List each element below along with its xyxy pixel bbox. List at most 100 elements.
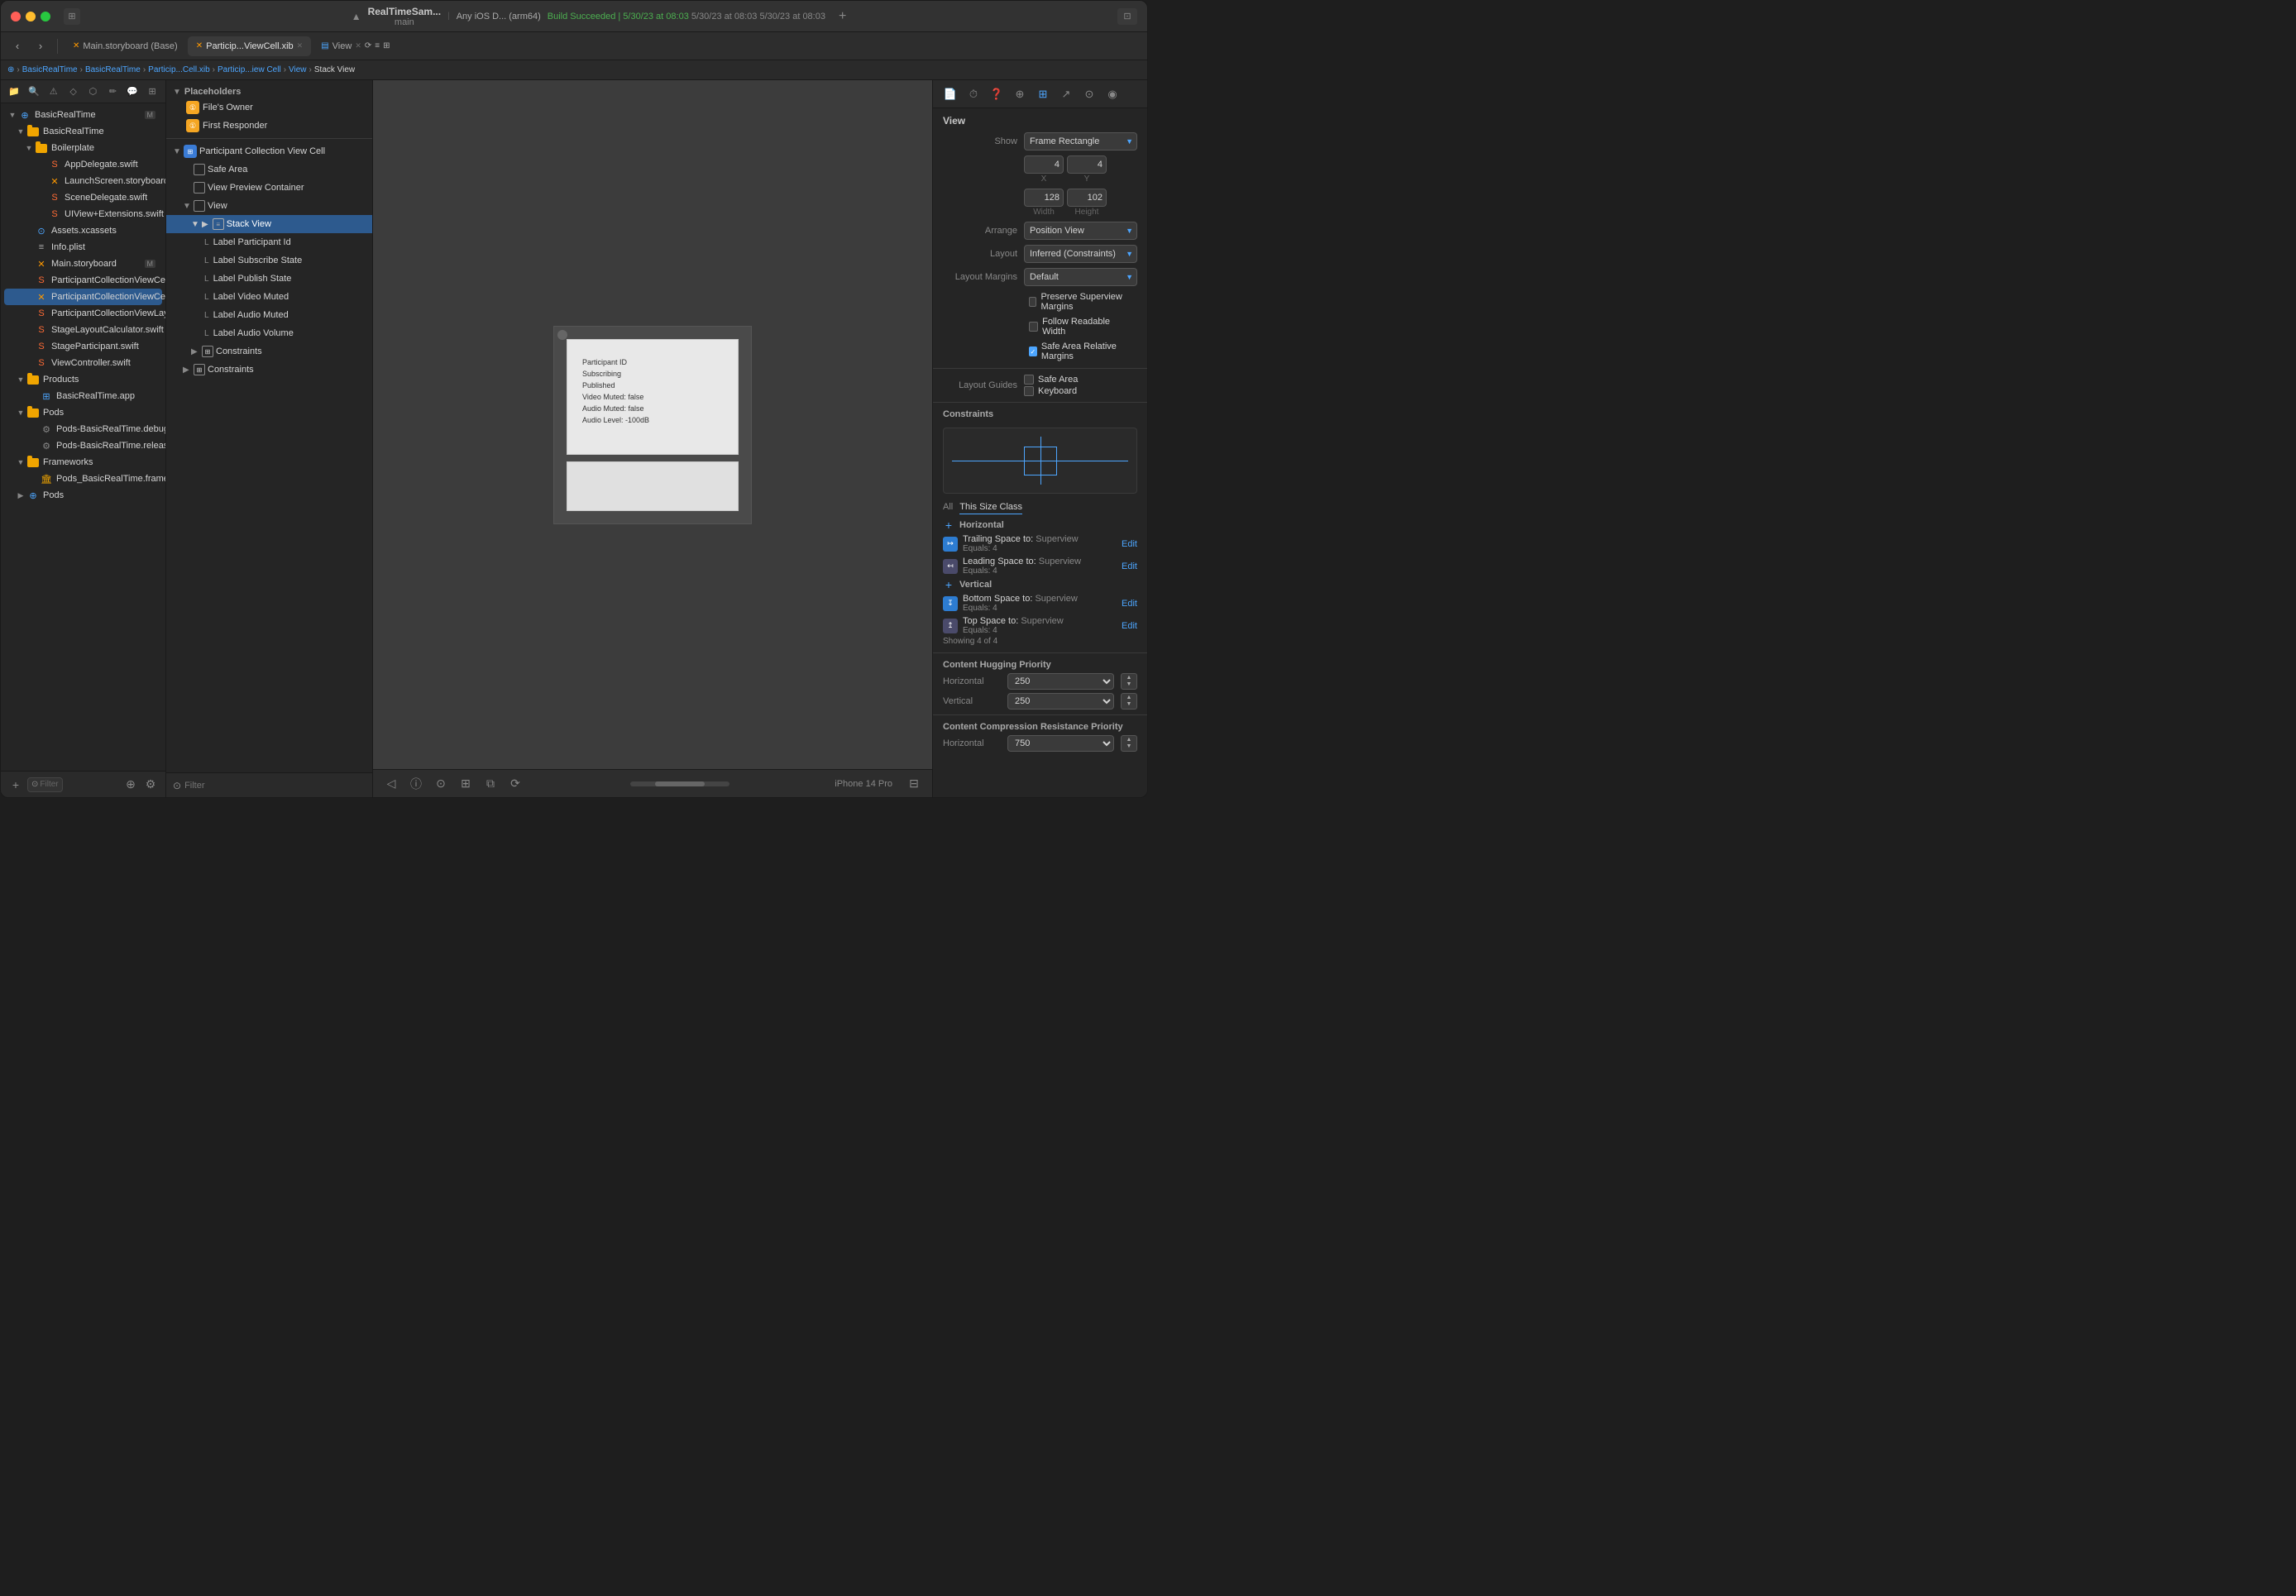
tree-item-root[interactable]: ▼ ⊕ BasicRealTime M: [4, 107, 162, 123]
tree-item-boilerplate[interactable]: ▼ Boilerplate: [4, 140, 162, 156]
inspector-tab-file[interactable]: 📄: [940, 84, 961, 105]
reports-nav-button[interactable]: 💬: [124, 84, 141, 99]
outline-stack-view[interactable]: ▼ ▶ ≡ Stack View: [166, 215, 372, 233]
outline-label-audio-muted[interactable]: L Label Audio Muted: [166, 306, 372, 324]
canvas-info-button[interactable]: ⓘ: [406, 775, 426, 793]
tree-item-pods[interactable]: ▶ ⊕ Pods: [4, 487, 162, 504]
breadcrumb-item-1[interactable]: ⊕: [7, 65, 14, 74]
checkbox-safe-area-margins[interactable]: ✓ Safe Area Relative Margins: [1029, 342, 1127, 361]
outline-label-video-muted[interactable]: L Label Video Muted: [166, 288, 372, 306]
width-input[interactable]: [1024, 189, 1064, 207]
tree-item-products[interactable]: ▼ Products: [4, 371, 162, 388]
vertical-plus-button[interactable]: +: [943, 579, 954, 590]
debug-nav-button[interactable]: ⬡: [85, 84, 102, 99]
outline-constraints-view[interactable]: ▶ ⊞ Constraints: [166, 361, 372, 379]
issues-nav-button[interactable]: ⚠: [45, 84, 62, 99]
tree-item-stageparticipant[interactable]: S StageParticipant.swift: [4, 338, 162, 355]
tree-item-pods-framework[interactable]: 🏛 Pods_BasicRealTime.framework: [4, 471, 162, 487]
tab-particip-viewcell[interactable]: ✕ Particip...ViewCell.xib ✕: [188, 36, 312, 56]
constraints-sv-arrow[interactable]: ▶: [191, 347, 199, 356]
tree-item-assets[interactable]: ⊙ Assets.xcassets: [4, 222, 162, 239]
preserve-superview-checkbox[interactable]: [1029, 297, 1036, 307]
view-arrow[interactable]: ▼: [183, 202, 191, 211]
breadcrumb-item-5[interactable]: Particip...iew Cell: [218, 65, 281, 74]
canvas-grid-button[interactable]: ⊞: [456, 775, 476, 793]
tree-item-pods-debug[interactable]: ⚙ Pods-BasicRealTime.debug.xcconfig: [4, 421, 162, 437]
options-button[interactable]: ⚙: [142, 777, 159, 792]
breakpoints-nav-button[interactable]: ✏: [104, 84, 121, 99]
h-compression-select[interactable]: 750: [1007, 735, 1114, 752]
canvas-device-button[interactable]: ⧉: [481, 775, 500, 793]
leading-edit-button[interactable]: Edit: [1122, 561, 1137, 571]
scheme-selector[interactable]: Any iOS D... (arm64): [457, 12, 541, 22]
y-input[interactable]: [1067, 155, 1107, 174]
tree-arrow-products[interactable]: ▼: [16, 375, 26, 384]
height-input[interactable]: [1067, 189, 1107, 207]
outline-label-audio-volume[interactable]: L Label Audio Volume: [166, 324, 372, 342]
keyboard-checkbox[interactable]: [1024, 386, 1034, 396]
tree-arrow-pods-group[interactable]: ▼: [16, 409, 26, 417]
checkbox-keyboard[interactable]: Keyboard: [1024, 386, 1137, 396]
cell-arrow[interactable]: ▼: [173, 147, 181, 156]
canvas-zoom-out-button[interactable]: ⊟: [904, 775, 924, 793]
tree-item-app[interactable]: ⊞ BasicRealTime.app: [4, 388, 162, 404]
right-panel-toggle[interactable]: ⊡: [1117, 8, 1137, 25]
constraint-tab-size-class[interactable]: This Size Class: [959, 500, 1022, 514]
tree-item-participantlayout[interactable]: S ParticipantCollectionViewLayout.swift: [4, 305, 162, 322]
tree-item-uiview[interactable]: S UIView+Extensions.swift: [4, 206, 162, 222]
outline-files-owner[interactable]: ① File's Owner: [166, 98, 372, 117]
checkbox-readable-width[interactable]: Follow Readable Width: [1029, 317, 1127, 337]
breadcrumb-item-2[interactable]: BasicRealTime: [22, 65, 78, 74]
checkbox-preserve-superview[interactable]: Preserve Superview Margins: [1029, 292, 1127, 312]
add-tab-button[interactable]: +: [839, 9, 846, 24]
add-group-button[interactable]: ⊕: [122, 777, 139, 792]
outline-filter-input[interactable]: [184, 781, 366, 791]
inspector-tab-connections[interactable]: ↗: [1055, 84, 1077, 105]
inspector-tab-identity[interactable]: ❓: [986, 84, 1007, 105]
tree-item-mainstoryboard[interactable]: ✕ Main.storyboard M: [4, 256, 162, 272]
outline-label-publish-state[interactable]: L Label Publish State: [166, 270, 372, 288]
nav-forward-button[interactable]: ›: [31, 37, 50, 55]
canvas-content[interactable]: Participant ID Subscribing Published Vid…: [373, 80, 932, 769]
canvas-settings-button[interactable]: ⊙: [431, 775, 451, 793]
canvas-scrollbar-thumb[interactable]: [655, 781, 705, 786]
tree-item-launchscreen[interactable]: ✕ LaunchScreen.storyboard: [4, 173, 162, 189]
add-file-button[interactable]: +: [7, 777, 24, 792]
constraints-v-arrow[interactable]: ▶: [183, 366, 191, 375]
tests-nav-button[interactable]: ◇: [65, 84, 82, 99]
v-priority-select[interactable]: 250: [1007, 693, 1114, 710]
tree-item-participantcell-xib[interactable]: ✕ ParticipantCollectionViewCell.xib: [4, 289, 162, 305]
inspector-tab-size[interactable]: ⊞: [1032, 84, 1054, 105]
tree-arrow-boilerplate[interactable]: ▼: [24, 144, 34, 152]
trailing-edit-button[interactable]: Edit: [1122, 539, 1137, 549]
close-button[interactable]: [11, 12, 21, 22]
safe-area-lg-checkbox[interactable]: [1024, 375, 1034, 385]
tree-arrow-root[interactable]: ▼: [7, 111, 17, 119]
search-nav-button[interactable]: 🔍: [26, 84, 42, 99]
tree-item-frameworks[interactable]: ▼ Frameworks: [4, 454, 162, 471]
tree-item-participantcell-swift[interactable]: S ParticipantCollectionViewCell.swift M: [4, 272, 162, 289]
outline-first-responder[interactable]: ① First Responder: [166, 117, 372, 135]
v-priority-stepper[interactable]: ▲ ▼: [1121, 693, 1137, 710]
outline-view[interactable]: ▼ View: [166, 197, 372, 215]
outline-constraints-stackview[interactable]: ▶ ⊞ Constraints: [166, 342, 372, 361]
bottom-edit-button[interactable]: Edit: [1122, 599, 1137, 609]
checkbox-safe-area-lg[interactable]: Safe Area: [1024, 375, 1137, 385]
breadcrumb-item-3[interactable]: BasicRealTime: [85, 65, 141, 74]
minimize-button[interactable]: [26, 12, 36, 22]
outline-label-subscribe-state[interactable]: L Label Subscribe State: [166, 251, 372, 270]
nav-back-button[interactable]: ‹: [7, 37, 27, 55]
tab-close-icon[interactable]: ✕: [297, 41, 304, 50]
tree-item-pods-group[interactable]: ▼ Pods: [4, 404, 162, 421]
tab-main-storyboard[interactable]: ✕ Main.storyboard (Base): [65, 36, 186, 56]
safe-area-margins-checkbox[interactable]: ✓: [1029, 346, 1037, 356]
tree-arrow-pods[interactable]: ▶: [16, 491, 26, 500]
history-nav-button[interactable]: ⊞: [144, 84, 160, 99]
tab-view[interactable]: ▤ View ✕ ⟳ ≡ ⊞: [313, 36, 398, 56]
tree-item-stagelayout[interactable]: S StageLayoutCalculator.swift: [4, 322, 162, 338]
tree-item-pods-release[interactable]: ⚙ Pods-BasicRealTime.release.xcconfig: [4, 437, 162, 454]
tree-item-scenedelegate[interactable]: S SceneDelegate.swift: [4, 189, 162, 206]
inspector-tab-attributes[interactable]: ⊕: [1009, 84, 1031, 105]
sidebar-toggle-button[interactable]: ⊞: [64, 8, 80, 25]
breadcrumb-item-4[interactable]: Particip...Cell.xib: [148, 65, 209, 74]
